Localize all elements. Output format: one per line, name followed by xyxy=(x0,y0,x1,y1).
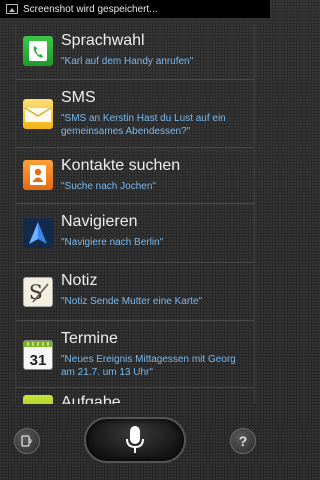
envelope-icon xyxy=(23,99,53,129)
microphone-button[interactable] xyxy=(84,417,186,463)
item-title: Notiz xyxy=(61,272,98,289)
item-title: SMS xyxy=(61,89,96,106)
list-item-navigieren[interactable]: Navigieren "Navigiere nach Berlin" xyxy=(16,205,254,263)
status-text: Screenshot wird gespeichert... xyxy=(23,3,158,15)
item-example: "Navigiere nach Berlin" xyxy=(61,237,164,248)
help-button[interactable]: ? xyxy=(230,428,256,454)
command-list: Sprachwahl "Karl auf dem Handy anrufen" … xyxy=(15,24,255,404)
list-item-termine[interactable]: 31 Termine "Neues Ereignis Mittagessen m… xyxy=(16,322,254,388)
item-title: Navigieren xyxy=(61,213,138,230)
item-example: "Notiz Sende Mutter eine Karte" xyxy=(61,296,203,307)
item-title: Aufgabe xyxy=(61,394,121,404)
car-mode-button[interactable] xyxy=(14,428,40,454)
item-title: Sprachwahl xyxy=(61,32,145,49)
item-title: Kontakte suchen xyxy=(61,157,181,174)
list-item-sms[interactable]: SMS "SMS an Kerstin Hast du Lust auf ein… xyxy=(16,81,254,148)
phone-icon xyxy=(23,36,53,66)
bottom-bar: ? xyxy=(0,405,270,480)
list-item-notiz[interactable]: S Notiz "Notiz Sende Mutter eine Karte" xyxy=(16,264,254,321)
item-example: "SMS an Kerstin Hast du Lust auf ein gem… xyxy=(61,113,226,137)
screenshot-icon xyxy=(6,4,18,14)
status-bar: Screenshot wird gespeichert... xyxy=(0,0,270,18)
help-label: ? xyxy=(238,433,248,449)
contact-icon xyxy=(23,160,53,190)
item-title: Termine xyxy=(61,330,118,347)
item-example: "Neues Ereignis Mittagessen mit Georg am… xyxy=(61,354,236,378)
car-mode-icon xyxy=(21,435,32,447)
calendar-day: 31 xyxy=(30,352,47,369)
note-icon: S xyxy=(23,277,53,307)
calendar-icon: 31 xyxy=(23,340,53,370)
list-item-sprachwahl[interactable]: Sprachwahl "Karl auf dem Handy anrufen" xyxy=(16,24,254,80)
list-item-aufgabe[interactable]: Aufgabe xyxy=(16,389,254,404)
list-item-kontakte-suchen[interactable]: Kontakte suchen "Suche nach Jochen" xyxy=(16,149,254,204)
microphone-icon xyxy=(126,426,144,453)
item-example: "Karl auf dem Handy anrufen" xyxy=(61,56,194,67)
task-icon xyxy=(23,395,53,404)
item-example: "Suche nach Jochen" xyxy=(61,181,156,192)
navigation-arrow-icon xyxy=(23,218,53,248)
